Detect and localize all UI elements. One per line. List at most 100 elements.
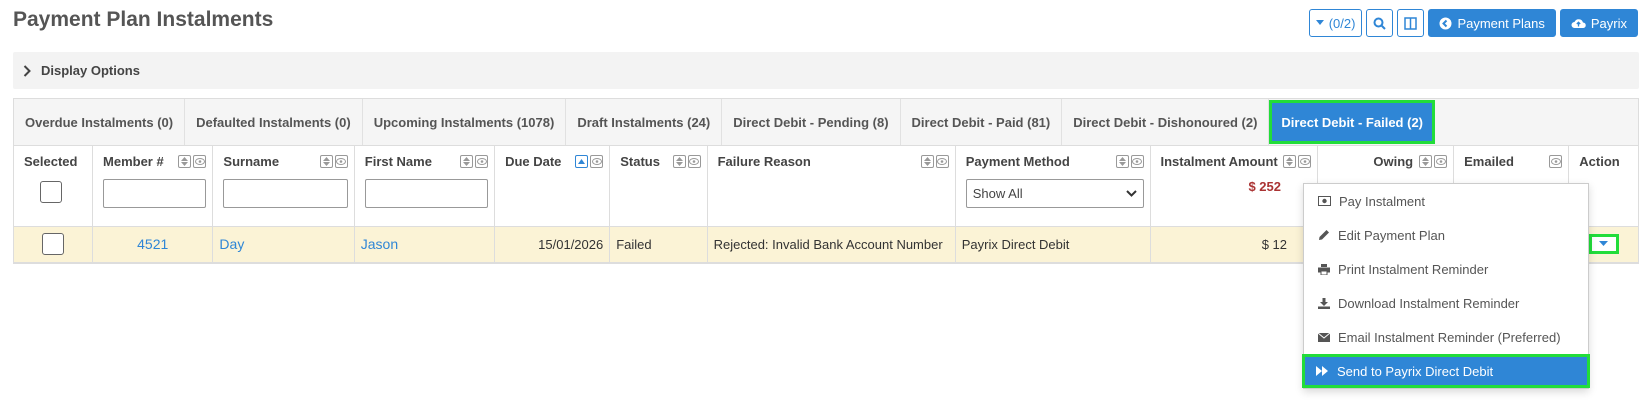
chevron-down-icon	[1125, 190, 1137, 197]
columns-button[interactable]	[1397, 9, 1425, 37]
filter-toggle-button[interactable]: (0/2)	[1308, 9, 1363, 37]
eye-icon[interactable]	[1434, 155, 1448, 168]
eye-icon[interactable]	[193, 155, 207, 168]
sort-icon[interactable]	[1419, 155, 1433, 168]
sort-ascending-icon[interactable]	[575, 155, 589, 168]
col-action-label: Action	[1579, 154, 1620, 169]
payment-plans-button[interactable]: Payment Plans	[1428, 9, 1556, 37]
row-action-menu: Pay Instalment Edit Payment Plan Print I…	[1302, 183, 1590, 389]
status-cell: Failed	[609, 226, 708, 263]
col-payment-method: Payment Method Show All	[955, 146, 1151, 227]
display-options-label: Display Options	[41, 63, 140, 78]
print-icon	[1318, 263, 1330, 275]
member-filter-input[interactable]	[103, 179, 207, 208]
failure-reason-cell: Rejected: Invalid Bank Account Number	[707, 226, 956, 263]
page-title: Payment Plan Instalments	[13, 8, 274, 31]
payment-method-filter-select[interactable]: Show All	[965, 179, 1144, 208]
sort-icon[interactable]	[1283, 155, 1297, 168]
tab-direct-debit-dishonoured[interactable]: Direct Debit - Dishonoured (2)	[1062, 99, 1270, 145]
instalment-tabs: Overdue Instalments (0) Defaulted Instal…	[13, 98, 1639, 145]
tab-direct-debit-paid[interactable]: Direct Debit - Paid (81)	[900, 99, 1063, 145]
display-options-toggle[interactable]: Display Options	[13, 52, 1639, 89]
eye-icon[interactable]	[1130, 155, 1144, 168]
search-icon	[1373, 17, 1387, 30]
tab-draft-instalments[interactable]: Draft Instalments (24)	[566, 99, 723, 145]
eye-icon[interactable]	[1549, 155, 1563, 168]
pencil-icon	[1319, 230, 1329, 240]
select-all-checkbox[interactable]	[40, 181, 62, 203]
col-instalment-amount: Instalment Amount $ 252	[1150, 146, 1319, 227]
caret-down-icon	[1599, 241, 1609, 246]
download-icon	[1318, 297, 1330, 309]
filter-count: (0/2)	[1328, 15, 1356, 31]
menu-item-label: Print Instalment Reminder	[1338, 261, 1489, 277]
tab-overdue-instalments[interactable]: Overdue Instalments (0)	[14, 99, 186, 145]
sort-icon[interactable]	[178, 155, 192, 168]
sort-icon[interactable]	[319, 155, 333, 168]
col-status: Status	[609, 146, 708, 227]
menu-item-label: Email Instalment Reminder (Preferred)	[1338, 329, 1561, 345]
col-failure-reason: Failure Reason	[707, 146, 956, 227]
eye-icon[interactable]	[334, 155, 348, 168]
menu-item-email-reminder[interactable]: Email Instalment Reminder (Preferred)	[1304, 320, 1588, 354]
row-select-checkbox[interactable]	[42, 233, 64, 255]
row-select-cell	[14, 226, 94, 263]
col-first-name-label: First Name	[364, 154, 432, 169]
menu-item-label: Send to Payrix Direct Debit	[1337, 363, 1494, 379]
cloud-upload-icon	[1571, 19, 1586, 28]
eye-icon[interactable]	[475, 155, 489, 168]
first-name-filter-input[interactable]	[364, 179, 489, 208]
search-button[interactable]	[1366, 9, 1394, 37]
chevron-right-icon	[23, 64, 31, 77]
envelope-icon	[1318, 332, 1330, 342]
menu-item-print-reminder[interactable]: Print Instalment Reminder	[1304, 252, 1588, 286]
sort-icon[interactable]	[920, 155, 934, 168]
caret-down-icon	[1315, 20, 1324, 25]
sort-icon[interactable]	[1115, 155, 1129, 168]
col-selected-label: Selected	[24, 154, 78, 169]
money-icon	[1318, 196, 1331, 206]
col-failure-reason-label: Failure Reason	[717, 154, 811, 169]
col-payment-method-label: Payment Method	[965, 154, 1070, 169]
eye-icon[interactable]	[935, 155, 949, 168]
sort-icon[interactable]	[672, 155, 686, 168]
col-member: Member #	[92, 146, 214, 227]
payment-method-filter-value: Show All	[972, 186, 1023, 201]
payment-plans-label: Payment Plans	[1457, 15, 1545, 31]
tab-upcoming-instalments[interactable]: Upcoming Instalments (1078)	[362, 99, 567, 145]
col-surname: Surname	[212, 146, 355, 227]
eye-icon[interactable]	[687, 155, 701, 168]
menu-item-pay-instalment[interactable]: Pay Instalment	[1304, 184, 1588, 218]
col-emailed-label: Emailed	[1464, 154, 1514, 169]
menu-item-edit-payment-plan[interactable]: Edit Payment Plan	[1304, 218, 1588, 252]
tab-defaulted-instalments[interactable]: Defaulted Instalments (0)	[185, 99, 363, 145]
amount-cell: $ 12	[1150, 226, 1319, 263]
sort-icon[interactable]	[460, 155, 474, 168]
menu-item-label: Edit Payment Plan	[1338, 227, 1445, 243]
member-link[interactable]: 4521	[137, 236, 168, 252]
surname-link[interactable]: Day	[219, 236, 244, 252]
menu-item-label: Pay Instalment	[1339, 193, 1425, 209]
menu-item-send-to-payrix[interactable]: Send to Payrix Direct Debit	[1302, 354, 1590, 388]
payrix-button[interactable]: Payrix	[1559, 9, 1638, 37]
col-instalment-amount-label: Instalment Amount	[1160, 154, 1278, 169]
top-actions: (0/2) Payment Plans Payrix	[1308, 9, 1638, 37]
surname-filter-input[interactable]	[223, 179, 348, 208]
eye-icon[interactable]	[1298, 155, 1312, 168]
col-surname-label: Surname	[223, 154, 280, 169]
col-first-name: First Name	[354, 146, 496, 227]
tab-direct-debit-failed[interactable]: Direct Debit - Failed (2)	[1269, 100, 1435, 144]
row-action-dropdown-button[interactable]	[1588, 234, 1619, 254]
col-due-date-label: Due Date	[505, 154, 562, 169]
payrix-label: Payrix	[1590, 15, 1627, 31]
fast-forward-icon	[1316, 366, 1328, 376]
col-owing-label: Owing	[1373, 154, 1414, 169]
first-name-link[interactable]: Jason	[361, 236, 398, 252]
surname-cell: Day	[212, 226, 355, 263]
menu-item-download-reminder[interactable]: Download Instalment Reminder	[1304, 286, 1588, 320]
eye-icon[interactable]	[590, 155, 604, 168]
col-due-date: Due Date	[494, 146, 611, 227]
col-member-label: Member #	[103, 154, 164, 169]
tab-direct-debit-pending[interactable]: Direct Debit - Pending (8)	[722, 99, 901, 145]
amount-total: $ 252	[1248, 179, 1282, 194]
